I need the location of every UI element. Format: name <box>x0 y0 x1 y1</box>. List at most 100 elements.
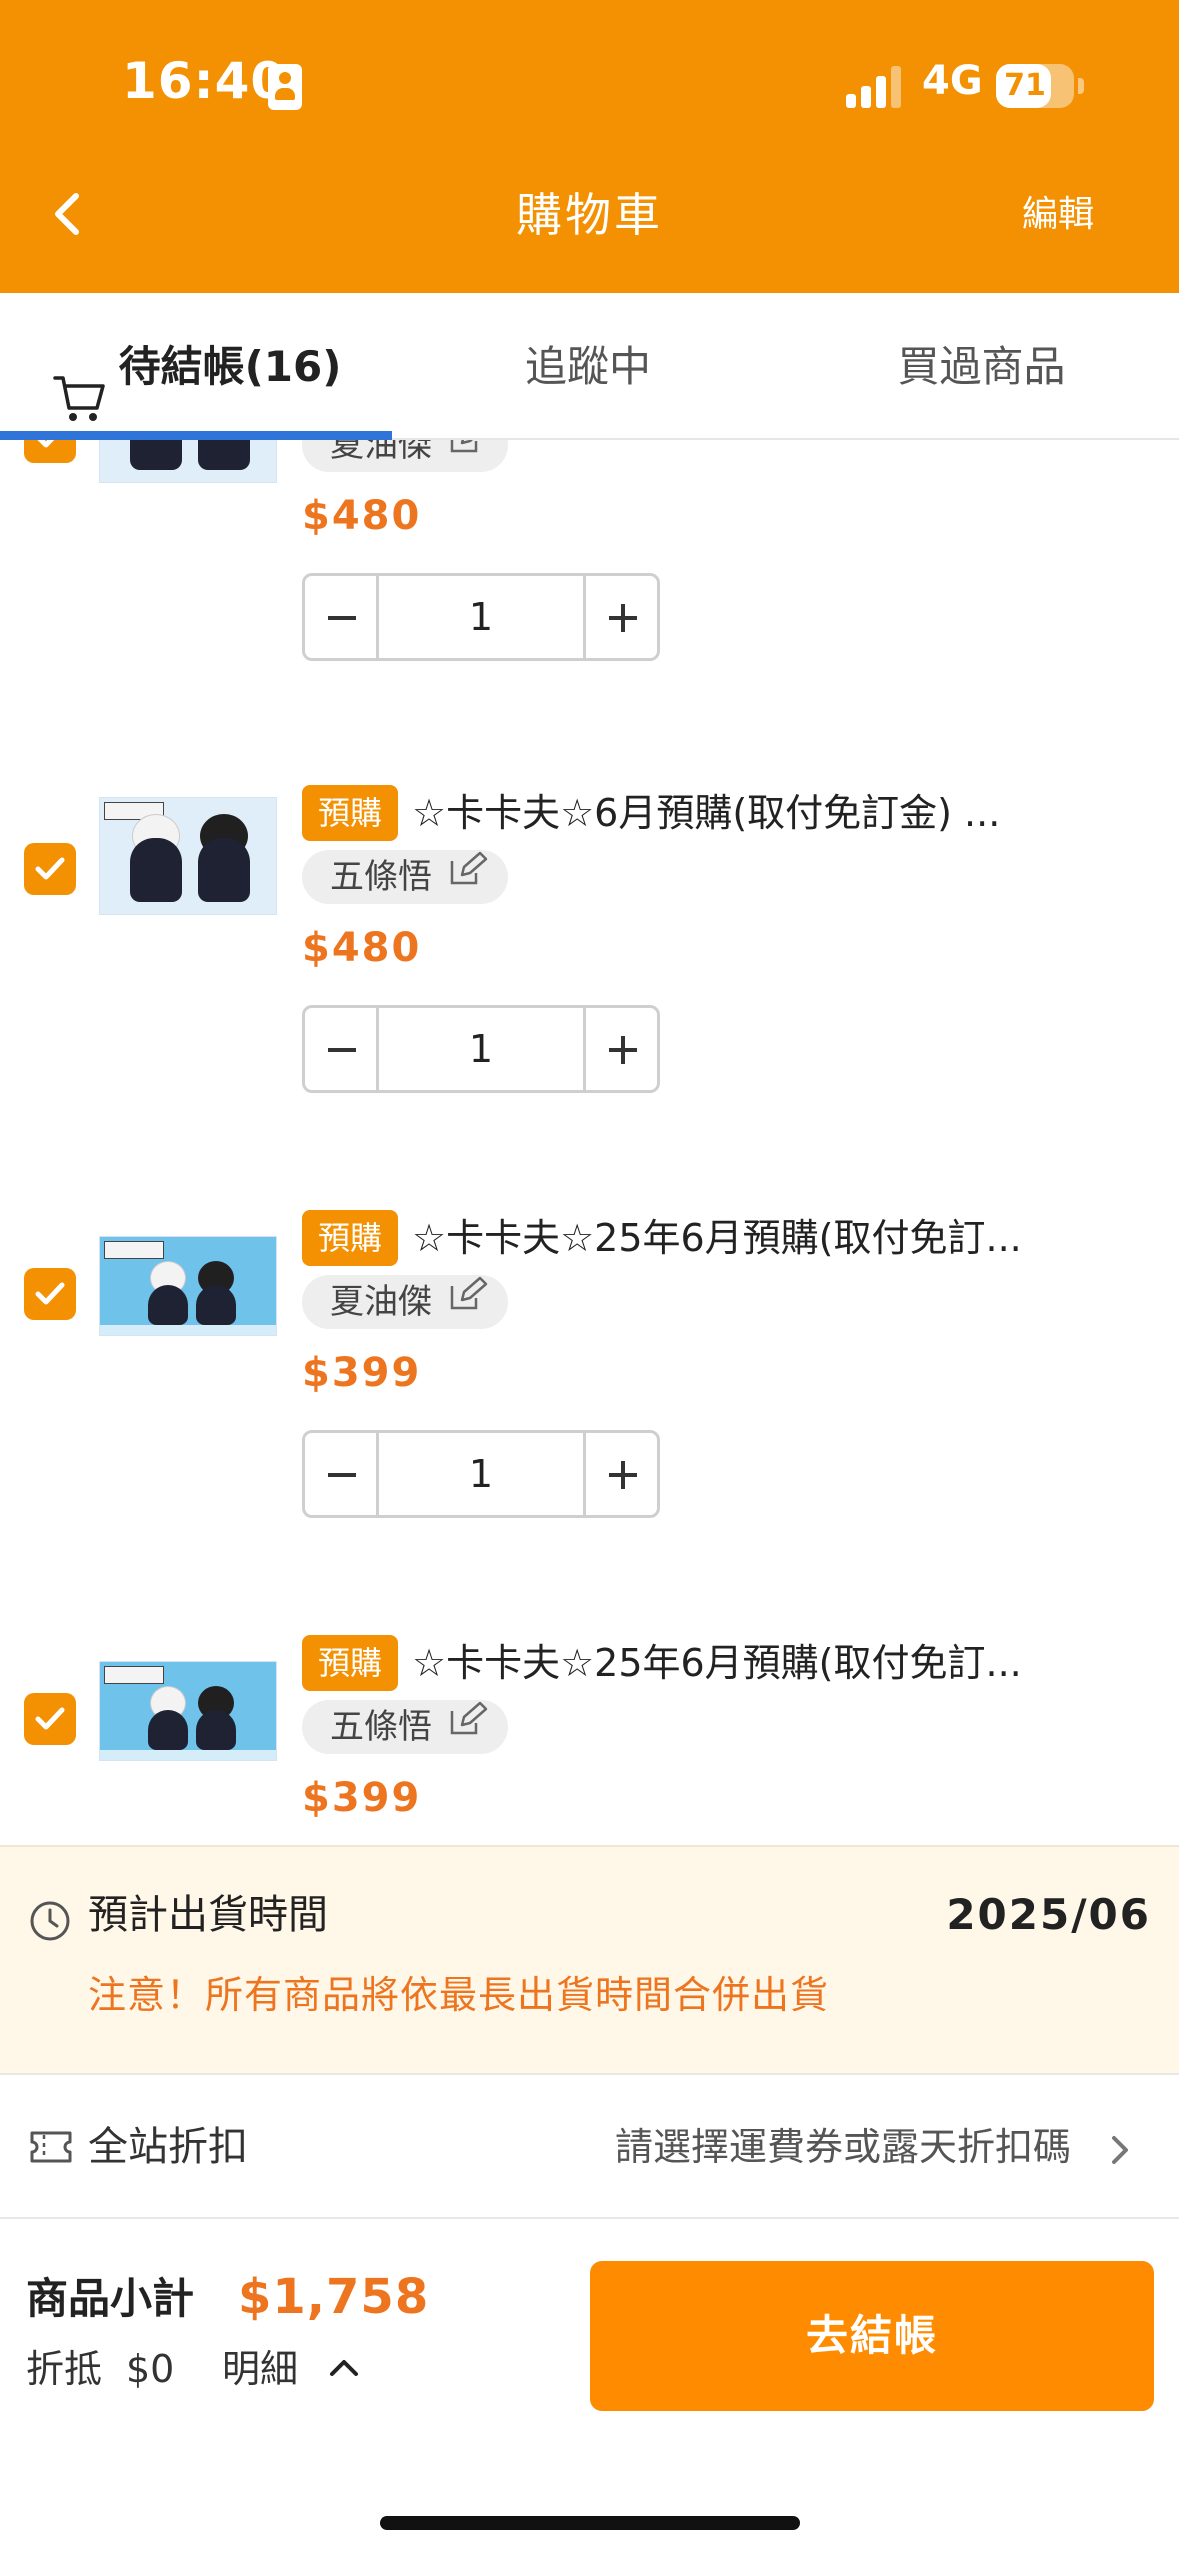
thumb-banner <box>104 1666 164 1684</box>
chevron-right-icon <box>1107 2133 1133 2171</box>
variant-label: 夏油傑 <box>330 1282 432 1322</box>
thumb-banner <box>104 1241 164 1259</box>
edit-button[interactable]: 編輯 <box>1022 190 1094 240</box>
item-title-row[interactable]: 預購 ☆卡卡夫☆6月預購(取付免訂金) ... <box>302 785 1142 845</box>
item-checkbox[interactable] <box>24 440 76 463</box>
checkmark-icon <box>37 440 55 448</box>
thumb-figure <box>196 1710 236 1750</box>
item-checkbox[interactable] <box>24 1268 76 1320</box>
discount-row[interactable]: 全站折扣 請選擇運費券或露天折扣碼 <box>0 2073 1179 2219</box>
decrease-quantity-button[interactable] <box>305 576 379 658</box>
item-title-row[interactable]: 預購 ☆卡卡夫☆25年6月預購(取付免訂... <box>302 1635 1142 1695</box>
item-thumbnail[interactable] <box>99 797 277 915</box>
tab-purchased[interactable]: 買過商品 <box>784 293 1179 440</box>
variant-label: 五條悟 <box>330 857 432 897</box>
shipping-warning: 注意！所有商品將依最長出貨時間合併出貨 <box>88 1973 830 2017</box>
status-bar: 16:40 4G 71 <box>0 0 1179 170</box>
item-price: $480 <box>302 493 422 539</box>
edit-pencil-icon <box>448 849 488 903</box>
quantity-stepper: 1 <box>302 1430 660 1518</box>
thumb-stripe <box>100 1325 276 1335</box>
cart-item: 預購 ☆卡卡夫☆25年6月預購(取付免訂... 五條悟 $399 <box>0 1635 1179 1845</box>
home-indicator <box>380 2516 800 2530</box>
decrease-quantity-button[interactable] <box>305 1433 379 1515</box>
increase-quantity-button[interactable] <box>583 1008 657 1090</box>
variant-label: 五條悟 <box>330 1707 432 1747</box>
item-thumbnail[interactable] <box>99 1661 277 1761</box>
increase-quantity-button[interactable] <box>583 1433 657 1515</box>
variant-selector[interactable]: 夏油傑 <box>302 440 508 472</box>
thumb-stripe <box>100 1750 276 1760</box>
thumb-figure <box>198 838 250 902</box>
edit-pencil-icon <box>448 440 488 471</box>
details-toggle[interactable]: 明細 <box>222 2339 298 2399</box>
item-title: ☆卡卡夫☆25年6月預購(取付免訂... <box>412 1216 1022 1260</box>
contact-card-icon <box>268 64 302 110</box>
discount-label: 全站折扣 <box>88 2124 248 2170</box>
decrease-quantity-button[interactable] <box>305 1008 379 1090</box>
thumb-figure <box>198 440 250 470</box>
cart-item: 預購 ☆卡卡夫☆6月預購(取付免訂金) ... 五條悟 $480 1 <box>0 785 1179 1213</box>
app-header: 16:40 4G 71 購物車 編輯 <box>0 0 1179 293</box>
battery-level: 71 <box>1004 68 1046 103</box>
thumb-figure <box>148 1285 188 1325</box>
status-time: 16:40 <box>122 52 287 110</box>
quantity-stepper: 1 <box>302 1005 660 1093</box>
item-thumbnail[interactable] <box>99 1236 277 1336</box>
preorder-tag: 預購 <box>302 1635 399 1691</box>
item-price: $399 <box>302 1775 422 1821</box>
variant-selector[interactable]: 五條悟 <box>302 850 508 904</box>
item-title: ☆卡卡夫☆25年6月預購(取付免訂... <box>412 1641 1022 1685</box>
item-title: ☆卡卡夫☆6月預購(取付免訂金) ... <box>412 791 1001 835</box>
item-checkbox[interactable] <box>24 843 76 895</box>
ticket-icon <box>28 2127 74 2171</box>
cart-icon <box>51 338 107 421</box>
variant-selector[interactable]: 五條悟 <box>302 1700 508 1754</box>
shipping-time-label: 預計出貨時間 <box>88 1892 328 1938</box>
shipping-notice: 預計出貨時間 2025/06 注意！所有商品將依最長出貨時間合併出貨 <box>0 1845 1179 2073</box>
battery-icon: 71 <box>996 64 1074 108</box>
discount-hint: 請選擇運費券或露天折扣碼 <box>614 2125 1071 2169</box>
checkmark-icon <box>35 857 65 880</box>
thumb-figure <box>130 440 182 470</box>
signal-icon <box>846 66 902 108</box>
clock-icon <box>28 1899 72 1947</box>
item-price: $399 <box>302 1350 422 1396</box>
variant-selector[interactable]: 夏油傑 <box>302 1275 508 1329</box>
thumb-figure <box>196 1285 236 1325</box>
cart-item: 預購 ☆卡卡夫☆25年6月預購(取付免訂... 夏油傑 $399 1 <box>0 1210 1179 1638</box>
subtotal-amount: $1,758 <box>238 2269 430 2325</box>
cart-item-list[interactable]: 夏油傑 $480 1 預購 ☆卡卡夫☆6月預購(取付免訂金) ... 五條悟 $4… <box>0 440 1179 1845</box>
checkout-footer: 商品小計 $1,758 折抵 $0 明細 去結帳 <box>0 2219 1179 2556</box>
tab-tracking[interactable]: 追蹤中 <box>392 293 784 440</box>
active-tab-indicator <box>0 431 392 440</box>
quantity-input[interactable]: 1 <box>379 576 583 658</box>
edit-pencil-icon <box>448 1274 488 1328</box>
quantity-stepper: 1 <box>302 573 660 661</box>
tab-checkout[interactable]: 待結帳(16) <box>0 293 392 440</box>
edit-pencil-icon <box>448 1699 488 1753</box>
deduct-value: $0 <box>126 2347 175 2391</box>
chevron-up-icon[interactable] <box>328 2357 360 2383</box>
tab-checkout-label: 待結帳(16) <box>118 342 342 391</box>
item-checkbox[interactable] <box>24 1693 76 1745</box>
checkout-button[interactable]: 去結帳 <box>590 2261 1154 2411</box>
item-title-row[interactable]: 預購 ☆卡卡夫☆25年6月預購(取付免訂... <box>302 1210 1142 1270</box>
quantity-input[interactable]: 1 <box>379 1008 583 1090</box>
network-type: 4G <box>922 58 983 104</box>
subtotal-label: 商品小計 <box>26 2274 195 2323</box>
cart-tabs: 待結帳(16) 追蹤中 買過商品 <box>0 293 1179 440</box>
thumb-figure <box>130 838 182 902</box>
cart-item: 夏油傑 $480 1 <box>0 440 1179 661</box>
increase-quantity-button[interactable] <box>583 576 657 658</box>
shipping-date: 2025/06 <box>946 1890 1151 1939</box>
checkmark-icon <box>35 1707 65 1730</box>
thumb-figure <box>148 1710 188 1750</box>
checkmark-icon <box>35 1282 65 1305</box>
page-title: 購物車 <box>516 188 663 242</box>
preorder-tag: 預購 <box>302 1210 399 1266</box>
variant-label: 夏油傑 <box>330 440 432 465</box>
battery-nub <box>1078 78 1084 94</box>
item-thumbnail[interactable] <box>99 440 277 483</box>
quantity-input[interactable]: 1 <box>379 1433 583 1515</box>
